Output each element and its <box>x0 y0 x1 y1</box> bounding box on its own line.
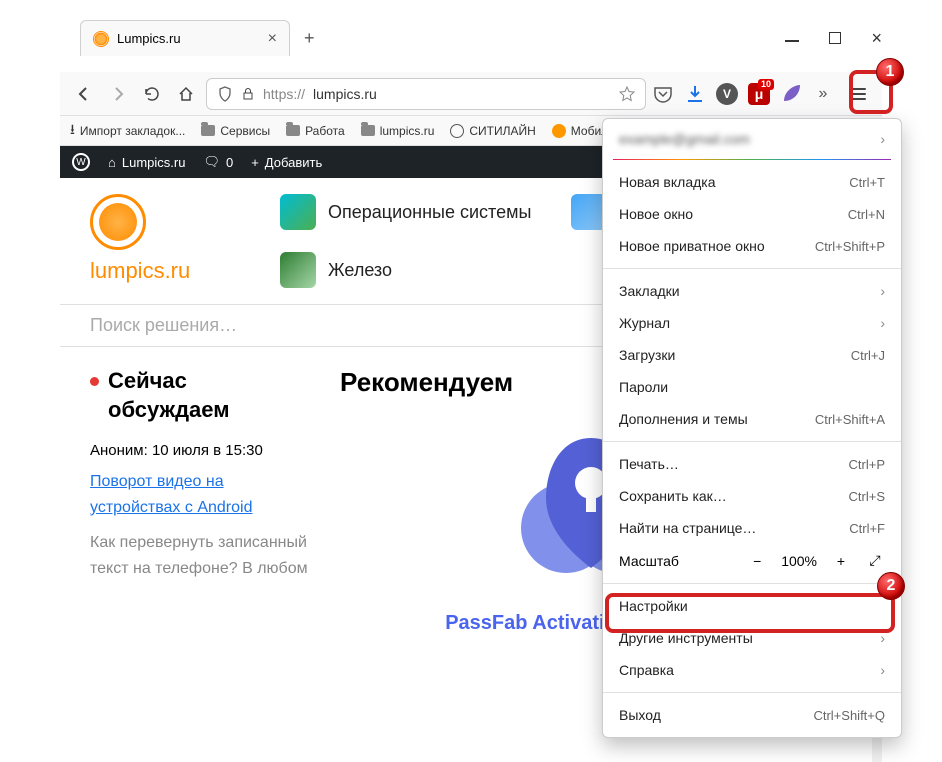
wp-add-new[interactable]: +Добавить <box>251 155 322 170</box>
menu-passwords[interactable]: Пароли <box>603 371 901 403</box>
url-protocol: https:// <box>263 86 305 102</box>
tab-title: Lumpics.ru <box>117 31 260 46</box>
chevron-right-icon: › <box>880 283 885 299</box>
discuss-box: Сейчас обсуждаем Аноним: 10 июля в 15:30… <box>90 367 310 638</box>
feather-icon[interactable] <box>780 83 802 105</box>
home-icon: ⌂ <box>108 155 116 170</box>
download-icon[interactable] <box>684 83 706 105</box>
main-menu: example@gmail.com › Новая вкладкаCtrl+T … <box>602 118 902 738</box>
bookmark-services[interactable]: Сервисы <box>201 124 270 138</box>
bookmark-work[interactable]: Работа <box>286 124 345 138</box>
url-host: lumpics.ru <box>313 86 377 102</box>
wp-site-link[interactable]: ⌂Lumpics.ru <box>108 155 185 170</box>
forward-button[interactable] <box>104 80 132 108</box>
menu-exit[interactable]: ВыходCtrl+Shift+Q <box>603 699 901 731</box>
comment-icon: 🗨 <box>203 154 220 170</box>
back-button[interactable] <box>70 80 98 108</box>
bookmark-star-icon[interactable] <box>619 86 635 102</box>
menu-addons[interactable]: Дополнения и темыCtrl+Shift+A <box>603 403 901 435</box>
minimize-button[interactable] <box>785 40 799 42</box>
discuss-desc: Как перевернуть записанный текст на теле… <box>90 530 310 581</box>
annotation-2-badge: 2 <box>877 572 905 600</box>
site-logo[interactable] <box>90 194 146 250</box>
menu-divider-gradient <box>613 159 891 160</box>
lock-icon <box>241 87 255 101</box>
shield-icon <box>217 86 233 102</box>
extensions-icon[interactable]: » <box>812 83 834 105</box>
menu-help[interactable]: Справка› <box>603 654 901 686</box>
menu-print[interactable]: Печать…Ctrl+P <box>603 448 901 480</box>
menu-save[interactable]: Сохранить как…Ctrl+S <box>603 480 901 512</box>
site-logo-text: lumpics.ru <box>90 258 240 284</box>
fullscreen-button[interactable]: ⤢ <box>865 552 885 569</box>
menu-bookmarks[interactable]: Закладки› <box>603 275 901 307</box>
globe-icon <box>450 124 464 138</box>
menu-new-window[interactable]: Новое окноCtrl+N <box>603 198 901 230</box>
extension-v-icon[interactable]: V <box>716 83 738 105</box>
wp-logo-icon[interactable]: W <box>72 153 90 171</box>
discuss-link[interactable]: Поворот видео на устройствах с Android <box>90 473 252 516</box>
chevron-right-icon: › <box>880 131 885 147</box>
home-button[interactable] <box>172 80 200 108</box>
annotation-1-badge: 1 <box>876 58 904 86</box>
zoom-value: 100% <box>781 553 817 569</box>
plus-icon: + <box>251 155 259 170</box>
reload-button[interactable] <box>138 80 166 108</box>
folder-icon <box>361 125 375 136</box>
chevron-right-icon: › <box>880 315 885 331</box>
adblock-icon[interactable]: μ10 <box>748 83 770 105</box>
menu-history[interactable]: Журнал› <box>603 307 901 339</box>
annotation-2-box <box>605 593 895 633</box>
bookmark-lumpics[interactable]: lumpics.ru <box>361 124 435 138</box>
close-window-button[interactable]: × <box>871 28 882 49</box>
menu-new-private[interactable]: Новое приватное окноCtrl+Shift+P <box>603 230 901 262</box>
tab-favicon <box>93 31 109 47</box>
zoom-out-button[interactable]: − <box>747 553 767 569</box>
menu-account[interactable]: example@gmail.com › <box>603 119 901 159</box>
discuss-heading: Сейчас обсуждаем <box>90 367 310 424</box>
menu-zoom: Масштаб − 100% + ⤢ <box>603 544 901 577</box>
menu-find[interactable]: Найти на странице…Ctrl+F <box>603 512 901 544</box>
pocket-icon[interactable] <box>652 83 674 105</box>
folder-icon <box>201 125 215 136</box>
bookmark-import[interactable]: ⭳Импорт закладок... <box>70 119 185 143</box>
category-os[interactable]: Операционные системы <box>280 194 531 230</box>
wp-comments[interactable]: 🗨0 <box>203 154 233 170</box>
url-bar[interactable]: https:// lumpics.ru <box>206 78 646 110</box>
maximize-button[interactable] <box>829 32 841 44</box>
zoom-in-button[interactable]: + <box>831 553 851 569</box>
os-icon <box>280 194 316 230</box>
menu-new-tab[interactable]: Новая вкладкаCtrl+T <box>603 166 901 198</box>
hardware-icon <box>280 252 316 288</box>
new-tab-button[interactable]: + <box>304 28 315 49</box>
category-hardware[interactable]: Железо <box>280 252 531 288</box>
browser-tab[interactable]: Lumpics.ru × <box>80 20 290 56</box>
folder-icon <box>286 125 300 136</box>
close-tab-icon[interactable]: × <box>268 30 277 48</box>
chevron-right-icon: › <box>880 662 885 678</box>
menu-downloads[interactable]: ЗагрузкиCtrl+J <box>603 339 901 371</box>
bookmark-citilayn[interactable]: СИТИЛАЙН <box>450 124 535 138</box>
ok-icon <box>552 124 566 138</box>
discuss-meta: Аноним: 10 июля в 15:30 <box>90 442 310 459</box>
